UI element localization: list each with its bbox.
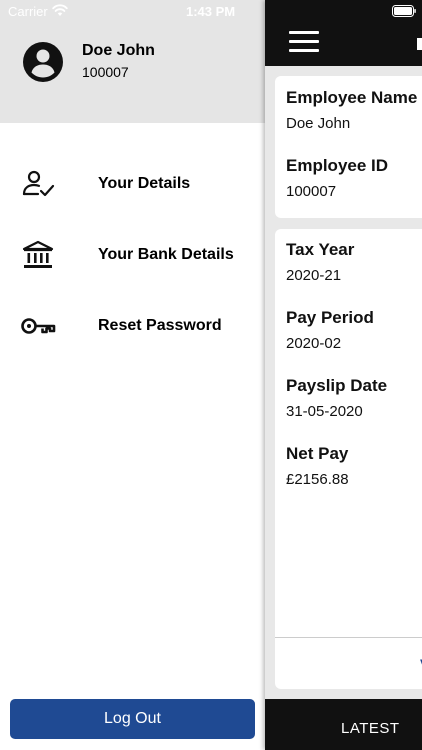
battery-icon	[392, 5, 416, 17]
bank-icon	[22, 240, 54, 268]
menu-item-reset-password[interactable]: Reset Password	[0, 300, 265, 352]
field-value-payslip-date: 31-05-2020	[286, 403, 363, 420]
person-check-icon	[22, 170, 55, 197]
employee-card: Employee Name Doe John Employee ID 10000…	[275, 76, 422, 218]
field-label-pay-period: Pay Period	[286, 308, 374, 327]
card-divider	[275, 637, 422, 638]
hamburger-menu-icon[interactable]	[289, 31, 319, 53]
payslip-card: Tax Year 2020-21 Pay Period 2020-02 Pays…	[275, 229, 422, 689]
field-label-payslip-date: Payslip Date	[286, 376, 388, 395]
wifi-icon	[52, 4, 68, 16]
field-value-employee-name: Doe John	[286, 115, 351, 132]
tab-latest[interactable]: LATEST	[341, 720, 400, 737]
field-value-tax-year: 2020-21	[286, 267, 342, 284]
field-label-employee-name: Employee Name	[286, 88, 418, 107]
status-bar: Carrier 1:43 PM	[0, 0, 422, 22]
field-value-employee-id: 100007	[286, 183, 337, 200]
field-label-net-pay: Net Pay	[286, 444, 349, 463]
bottom-tab-bar: LATEST	[265, 699, 422, 750]
carrier-label: Carrier	[8, 4, 48, 19]
main-content-panel: Employee Name Doe John Employee ID 10000…	[265, 0, 422, 750]
logout-button[interactable]: Log Out	[10, 699, 255, 739]
title-clipped	[417, 38, 422, 50]
menu-item-your-bank-details[interactable]: Your Bank Details	[0, 229, 265, 281]
menu-label-your-bank-details: Your Bank Details	[98, 246, 234, 263]
account-circle-icon	[23, 42, 63, 82]
user-id: 100007	[82, 64, 129, 80]
user-name: Doe John	[82, 42, 155, 59]
navigation-drawer: Doe John 100007 Your Details Your Bank D…	[0, 0, 265, 750]
field-value-pay-period: 2020-02	[286, 335, 342, 352]
field-label-employee-id: Employee ID	[286, 156, 389, 175]
menu-item-your-details[interactable]: Your Details	[0, 158, 265, 210]
key-icon	[21, 318, 56, 334]
menu-label-your-details: Your Details	[98, 175, 191, 192]
field-value-net-pay: £2156.88	[286, 471, 349, 488]
status-time: 1:43 PM	[186, 4, 236, 19]
menu-label-reset-password: Reset Password	[98, 317, 222, 334]
field-label-tax-year: Tax Year	[286, 240, 355, 259]
